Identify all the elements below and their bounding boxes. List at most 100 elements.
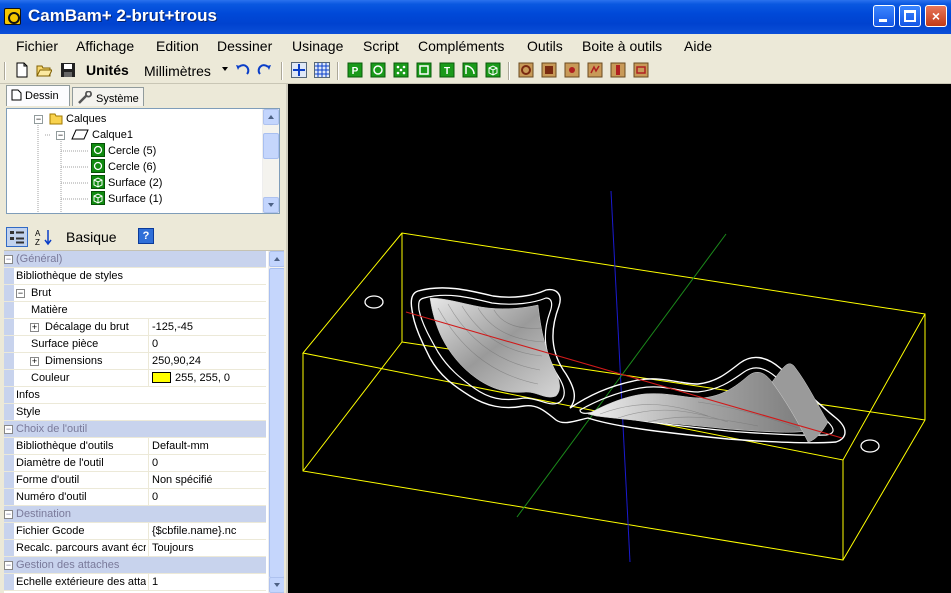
prop-numero-outil[interactable]: Numéro d'outil 0 [4,489,266,506]
tree-item-cercle-5[interactable]: Cercle (5) [91,143,156,159]
menu-usinage[interactable]: Usinage [292,38,343,54]
prop-bibliotheque-outils[interactable]: Bibliothèque d'outils Default-mm [4,438,266,455]
tab-systeme[interactable]: Système [72,87,144,106]
left-panel: Dessin Système − Calques − Calque1 Cercl… [0,84,286,593]
category-choix-outil[interactable]: − Choix de l'outil [4,421,266,438]
menu-edition[interactable]: Edition [156,38,199,54]
properties-grid[interactable]: − (Général) Bibliothèque de styles − Brut … [4,250,284,593]
prop-decalage-brut[interactable]: + Décalage du brut -125,-45 [4,319,266,336]
color-swatch[interactable] [152,372,171,383]
title-bar[interactable]: CamBam+ 2-brut+trous × [0,0,951,34]
prop-couleur[interactable]: Couleur 255, 255, 0 [4,370,266,387]
tree-item-surface-2[interactable]: Surface (2) [91,175,162,191]
prop-surface-piece[interactable]: Surface pièce 0 [4,336,266,353]
collapse-calques[interactable]: − [34,115,43,124]
collapse-icon[interactable]: − [4,561,13,570]
prop-matiere[interactable]: Matière [4,302,266,319]
menu-outils[interactable]: Outils [527,38,563,54]
collapse-icon[interactable]: − [4,255,13,264]
profile-op-icon[interactable] [518,62,534,78]
text-icon[interactable]: T [439,62,455,78]
scroll-down-button[interactable] [263,197,279,213]
category-destination[interactable]: − Destination [4,506,266,523]
new-file-icon[interactable] [14,62,30,78]
cad-scene[interactable] [288,84,951,593]
rectangle-icon[interactable] [416,62,432,78]
engrave-op-icon[interactable] [587,62,603,78]
menu-aide[interactable]: Aide [684,38,712,54]
menu-dessiner[interactable]: Dessiner [217,38,272,54]
categorized-icon[interactable] [6,227,28,247]
properties-mode-label[interactable]: Basique [66,229,117,245]
circle-icon[interactable] [370,62,386,78]
category-general[interactable]: − (Général) [4,251,266,268]
scroll-up-button[interactable] [269,251,284,267]
points-icon[interactable] [393,62,409,78]
collapse-calque1[interactable]: − [56,131,65,140]
stock-box[interactable] [302,232,926,561]
expand-icon[interactable]: + [30,323,39,332]
drill-op-icon[interactable] [564,62,580,78]
prop-infos[interactable]: Infos [4,387,266,404]
hole-left[interactable] [364,295,384,309]
3d-op-icon[interactable] [633,62,649,78]
units-select[interactable]: Millimètres [142,61,228,81]
minimize-button[interactable] [873,5,895,27]
scroll-down-button[interactable] [269,577,284,593]
tree-scrollbar[interactable] [262,109,279,213]
menu-script[interactable]: Script [363,38,399,54]
properties-scrollbar[interactable] [268,251,284,593]
prop-style[interactable]: Style [4,404,266,421]
expand-icon[interactable]: + [30,357,39,366]
tree-item-surface-1[interactable]: Surface (1) [91,191,162,207]
redo-icon[interactable] [257,62,273,78]
panel-tabs: Dessin Système [2,85,284,107]
save-disk-icon[interactable] [60,62,76,78]
prop-dimensions[interactable]: + Dimensions 250,90,24 [4,353,266,370]
alphabetical-sort-icon[interactable]: AZ [34,228,54,246]
tree-item-calques[interactable]: Calques [49,111,106,127]
properties-toolbar: AZ Basique ? [0,224,286,250]
prop-recalc-parcours[interactable]: Recalc. parcours avant écr Toujours [4,540,266,557]
prop-fichier-gcode[interactable]: Fichier Gcode {$cbfile.name}.nc [4,523,266,540]
prop-brut[interactable]: − Brut [4,285,266,302]
lathe-op-icon[interactable] [610,62,626,78]
arc-icon[interactable] [462,62,478,78]
tab-dessin[interactable]: Dessin [6,85,70,106]
maximize-icon [904,10,916,22]
collapse-icon[interactable]: − [16,289,25,298]
scroll-thumb[interactable] [263,133,279,159]
menu-boite-a-outils[interactable]: Boite à outils [582,38,662,54]
grid-icon[interactable] [314,62,330,78]
help-icon[interactable]: ? [138,228,154,244]
close-button[interactable]: × [925,5,947,27]
prop-forme-outil[interactable]: Forme d'outil Non spécifié [4,472,266,489]
open-folder-icon[interactable] [36,62,52,78]
menu-bar: Fichier Affichage Edition Dessiner Usina… [0,34,951,58]
collapse-icon[interactable]: − [4,510,13,519]
cambam-logo-icon[interactable] [4,8,21,25]
prop-bibliotheque-styles[interactable]: Bibliothèque de styles [4,268,266,285]
pocket-op-icon[interactable] [541,62,557,78]
minimize-icon [879,19,887,22]
hole-right[interactable] [860,439,880,453]
maximize-button[interactable] [899,5,921,27]
menu-complements[interactable]: Compléments [418,38,504,54]
axis-icon[interactable] [291,62,307,78]
collapse-icon[interactable]: − [4,425,13,434]
polyline-icon[interactable]: P [347,62,363,78]
tree-item-calque1[interactable]: Calque1 [71,127,133,143]
scroll-thumb[interactable] [269,268,284,578]
surface-icon[interactable] [485,62,501,78]
drawing-tree[interactable]: − Calques − Calque1 Cercle (5) Cercle (6… [6,108,280,214]
category-gestion-attaches[interactable]: − Gestion des attaches [4,557,266,574]
3d-viewport[interactable] [286,84,951,593]
prop-diametre-outil[interactable]: Diamètre de l'outil 0 [4,455,266,472]
prop-echelle-exterieure[interactable]: Echelle extérieure des attac 1 [4,574,266,591]
tree-item-cercle-6[interactable]: Cercle (6) [91,159,156,175]
menu-affichage[interactable]: Affichage [76,38,134,54]
menu-fichier[interactable]: Fichier [16,38,58,54]
undo-icon[interactable] [234,62,250,78]
surface-entity-icon [91,175,105,189]
scroll-up-button[interactable] [263,109,279,125]
